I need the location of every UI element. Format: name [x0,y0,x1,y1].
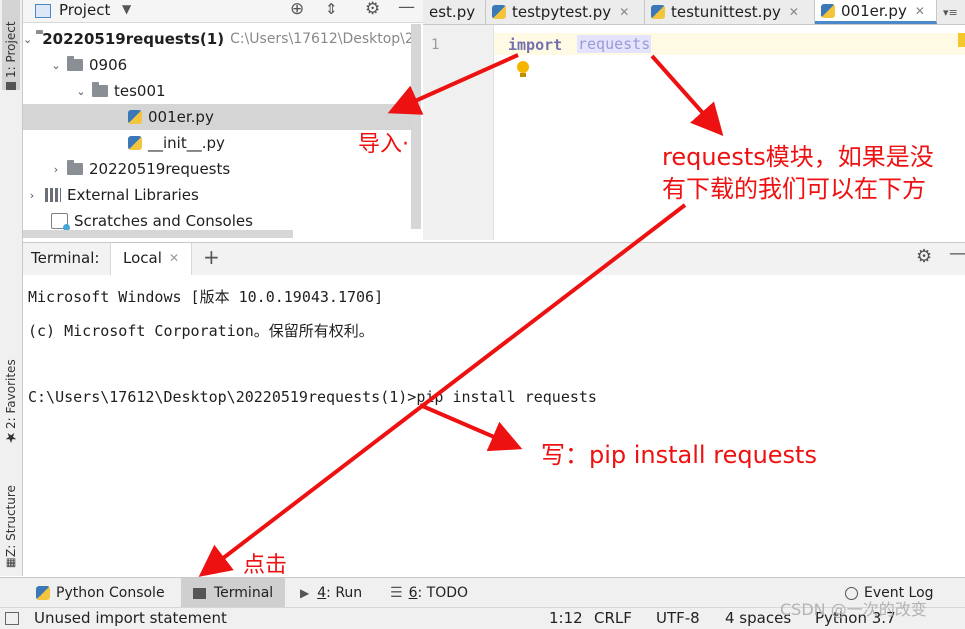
annotation-import: 导入· [358,132,409,157]
annotation-requests-line2: 有下载的我们可以在下方 [662,175,926,203]
arrow-to-requests-module [650,54,724,136]
annotation-click: 点击 [243,553,288,578]
watermark: CSDN @一次的改变 [780,600,927,619]
annotation-requests-line1: requests模块，如果是没 [662,143,934,171]
arrow-to-terminal-button [198,203,687,577]
arrow-to-001er-py [387,53,519,115]
annotation-arrows [198,53,724,577]
annotation-write-command: 写：pip install requests [541,441,817,469]
arrow-to-pip-command [419,403,523,452]
